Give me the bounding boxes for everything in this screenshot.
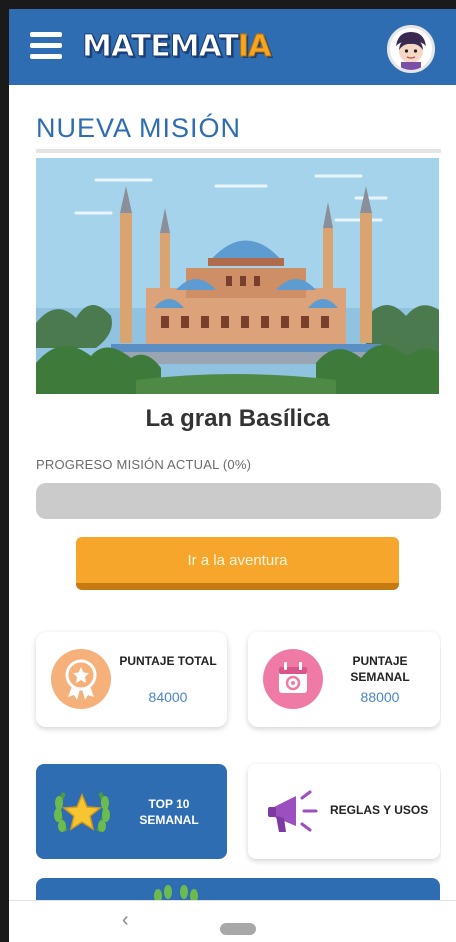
app-logo: MATEMAT IA: [82, 21, 272, 71]
mission-progress-bar: [36, 483, 441, 519]
hamburger-menu-icon[interactable]: [30, 32, 62, 60]
user-avatar-icon[interactable]: [387, 25, 435, 73]
system-navigation-bar: ‹: [9, 900, 456, 942]
total-score-card: PUNTAJE TOTAL 84000: [36, 632, 227, 727]
award-medal-icon: [51, 649, 111, 709]
weekly-score-value: 88000: [360, 689, 400, 705]
laurel-icon: [154, 885, 198, 900]
device-frame-left: [0, 0, 9, 942]
device-frame-top: [0, 0, 456, 9]
logo-text-accent: IA: [237, 28, 271, 64]
weekly-score-card: PUNTAJE SEMANAL 88000: [248, 632, 440, 727]
mission-image: [36, 158, 439, 394]
laurel-star-icon: [54, 792, 110, 833]
rules-and-uses-label: REGLAS Y USOS: [330, 803, 429, 817]
page-title: NUEVA MISIÓN: [36, 113, 242, 143]
go-to-adventure-button[interactable]: Ir a la aventura: [76, 537, 399, 590]
home-pill-button[interactable]: [220, 923, 256, 935]
total-score-title: PUNTAJE TOTAL: [119, 654, 217, 668]
weekly-score-title: PUNTAJE SEMANAL: [350, 654, 410, 684]
progress-label: PROGRESO MISIÓN ACTUAL (0%): [36, 457, 252, 472]
top10-weekly-tile[interactable]: TOP 10 SEMANAL: [36, 764, 227, 859]
next-tile-partial[interactable]: [36, 878, 440, 900]
top10-weekly-label: TOP 10 SEMANAL: [139, 797, 199, 827]
total-score-value: 84000: [148, 689, 188, 705]
app-header: MATEMAT IA: [9, 9, 456, 85]
main-content[interactable]: NUEVA MISIÓN La gran Basílica PROGRESO M…: [9, 85, 441, 900]
mission-name: La gran Basílica: [145, 405, 330, 432]
calendar-icon: [263, 649, 323, 709]
title-divider: [36, 149, 441, 153]
megaphone-icon: [268, 790, 318, 832]
back-chevron-icon[interactable]: ‹: [122, 909, 129, 932]
rules-and-uses-tile[interactable]: REGLAS Y USOS: [248, 764, 440, 859]
logo-text-main: MATEMAT: [82, 28, 240, 64]
